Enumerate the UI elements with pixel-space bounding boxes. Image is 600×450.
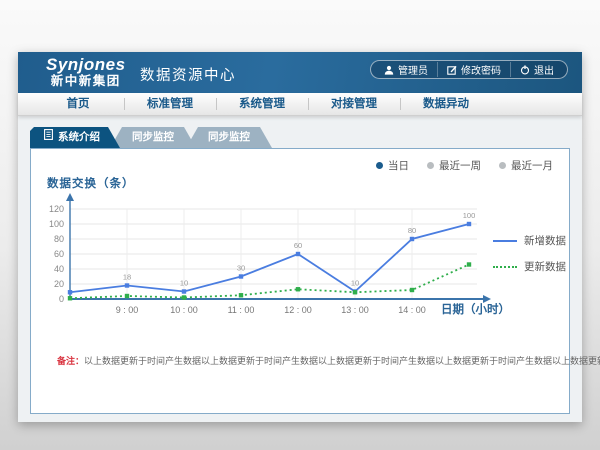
- user-menu: 管理员 修改密码 退出: [370, 60, 568, 79]
- nav-item-home[interactable]: 首页: [32, 93, 124, 115]
- footnote-prefix: 备注：: [57, 356, 84, 366]
- legend-swatch-solid-line: [493, 240, 517, 242]
- legend-label: 更新数据: [524, 259, 566, 274]
- app-header: Synjones 新中新集团 数据资源中心 管理员 修改密码 退出: [18, 52, 582, 93]
- doc-icon: [44, 127, 53, 148]
- app-window: Synjones 新中新集团 数据资源中心 管理员 修改密码 退出: [18, 52, 582, 422]
- svg-text:40: 40: [54, 264, 64, 274]
- current-user-button[interactable]: 管理员: [375, 62, 437, 77]
- logout-label: 退出: [534, 62, 554, 77]
- svg-text:100: 100: [49, 219, 64, 229]
- tab-label: 系统介绍: [58, 127, 100, 148]
- logo-text-en: Synjones: [46, 56, 126, 75]
- range-label: 最近一月: [511, 158, 553, 173]
- svg-text:80: 80: [54, 234, 64, 244]
- footnote-text: 以上数据更新于时间产生数据以上数据更新于时间产生数据以上数据更新于时间产生数据以…: [84, 356, 600, 366]
- svg-text:13 : 00: 13 : 00: [341, 305, 369, 315]
- time-range-group: 当日 最近一周 最近一月: [376, 158, 553, 173]
- svg-text:10: 10: [180, 279, 188, 288]
- x-axis-title: 日期（小时）: [441, 301, 510, 317]
- svg-text:20: 20: [54, 279, 64, 289]
- range-label: 当日: [388, 158, 409, 173]
- radio-selected-icon: [376, 162, 383, 169]
- chart-panel: 当日 最近一周 最近一月 数据交换（条） 0204060801001209 : …: [30, 148, 570, 414]
- range-label: 最近一周: [439, 158, 481, 173]
- tab-system-intro[interactable]: 系统介绍: [30, 127, 120, 148]
- legend-swatch-dotted-line: [493, 266, 517, 268]
- legend-label: 新增数据: [524, 233, 566, 248]
- edit-icon: [447, 65, 457, 75]
- footnote: 备注：以上数据更新于时间产生数据以上数据更新于时间产生数据以上数据更新于时间产生…: [57, 354, 600, 367]
- tab-sync-monitor-2[interactable]: 同步监控: [186, 127, 272, 148]
- svg-text:14 : 00: 14 : 00: [398, 305, 426, 315]
- radio-icon: [427, 162, 434, 169]
- tab-strip: 系统介绍 同步监控 同步监控: [30, 127, 272, 148]
- svg-text:12 : 00: 12 : 00: [284, 305, 312, 315]
- svg-text:10: 10: [351, 279, 359, 288]
- svg-text:60: 60: [294, 241, 302, 250]
- radio-icon: [499, 162, 506, 169]
- change-password-label: 修改密码: [461, 62, 501, 77]
- range-option-week[interactable]: 最近一周: [427, 158, 481, 173]
- nav-item-standards[interactable]: 标准管理: [124, 93, 216, 115]
- change-password-button[interactable]: 修改密码: [437, 62, 510, 77]
- legend-item-update-data: 更新数据: [493, 259, 566, 274]
- nav-item-system[interactable]: 系统管理: [216, 93, 308, 115]
- nav-item-integration[interactable]: 对接管理: [308, 93, 400, 115]
- svg-text:9 : 00: 9 : 00: [116, 305, 139, 315]
- legend-item-new-data: 新增数据: [493, 233, 566, 248]
- user-menu-label: 管理员: [398, 62, 428, 77]
- user-icon: [384, 65, 394, 75]
- nav-item-data-change[interactable]: 数据异动: [400, 93, 492, 115]
- svg-text:60: 60: [54, 249, 64, 259]
- svg-text:0: 0: [59, 294, 64, 304]
- svg-text:100: 100: [463, 211, 476, 220]
- svg-text:120: 120: [49, 204, 64, 214]
- company-logo: Synjones 新中新集团: [46, 56, 126, 88]
- svg-text:10 : 00: 10 : 00: [170, 305, 198, 315]
- power-icon: [520, 65, 530, 75]
- tab-sync-monitor-1[interactable]: 同步监控: [110, 127, 196, 148]
- chart-legend: 新增数据 更新数据: [493, 233, 566, 274]
- logout-button[interactable]: 退出: [510, 62, 563, 77]
- logo-text-cn: 新中新集团: [46, 75, 126, 89]
- svg-text:11 : 00: 11 : 00: [228, 305, 255, 315]
- range-option-today[interactable]: 当日: [376, 158, 409, 173]
- svg-text:18: 18: [123, 273, 131, 282]
- svg-text:30: 30: [237, 264, 245, 273]
- main-nav: 首页 标准管理 系统管理 对接管理 数据异动: [18, 93, 582, 116]
- page-title: 数据资源中心: [140, 64, 236, 85]
- line-chart: 0 20 40 60 80 100 120 9 : 00 10 : 00 11 : 00 12 : …: [39, 189, 509, 325]
- range-option-month[interactable]: 最近一月: [499, 158, 553, 173]
- svg-text:80: 80: [408, 226, 416, 235]
